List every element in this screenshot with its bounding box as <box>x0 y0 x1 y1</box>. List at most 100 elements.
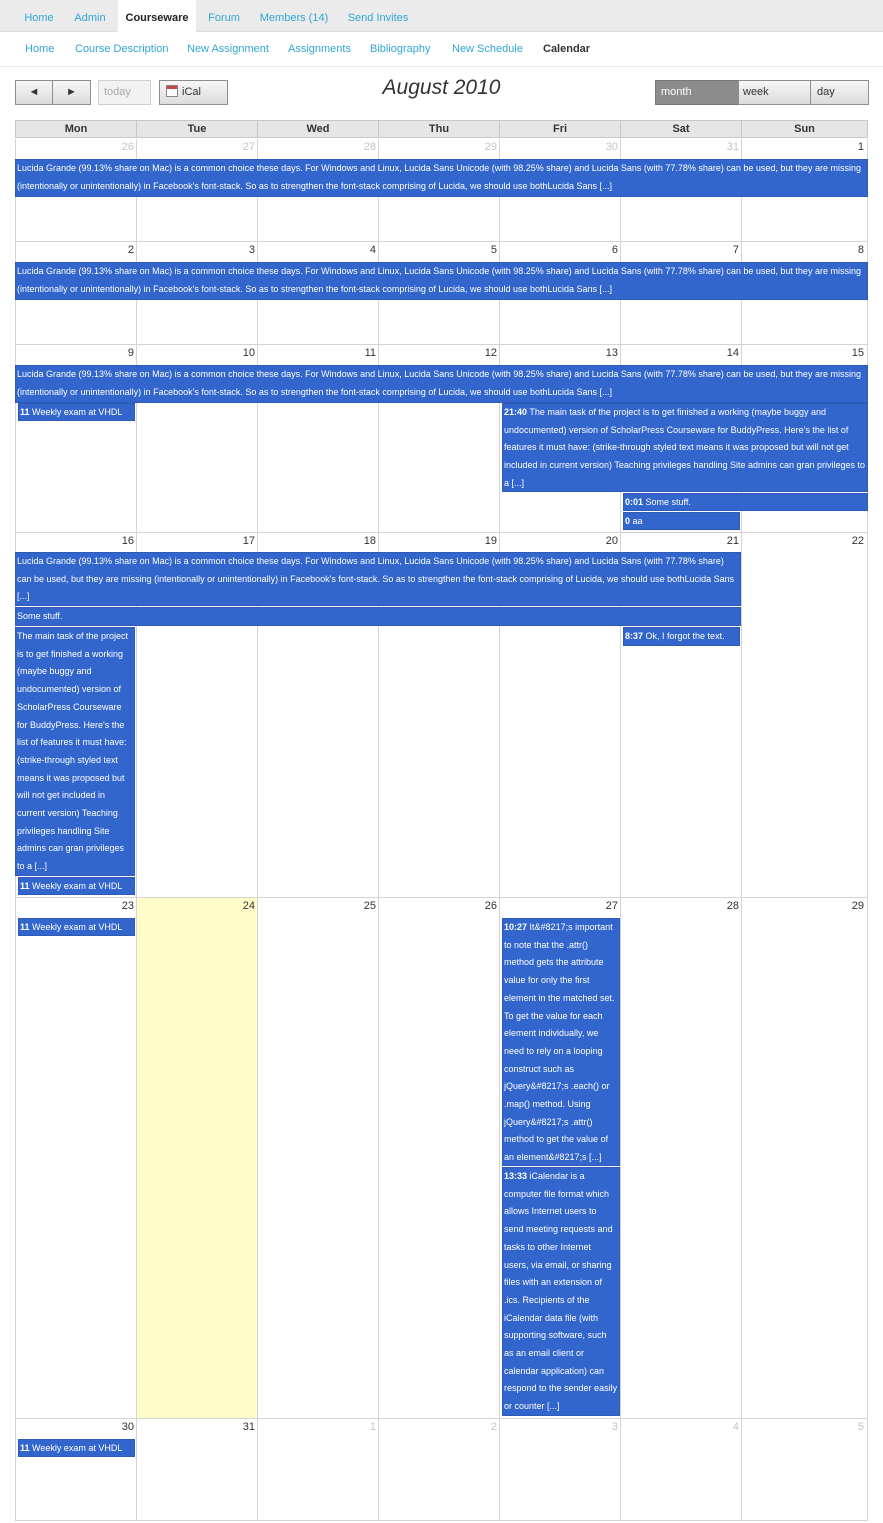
tab-courseware[interactable]: Courseware <box>118 0 196 33</box>
event-lucida[interactable]: Lucida Grande (99.13% share on Mac) is a… <box>15 262 868 300</box>
event-some-stuff[interactable]: Some stuff. <box>15 607 741 626</box>
triangle-left-icon: ◄ <box>28 86 40 98</box>
event-main-task[interactable]: The main task of the project is to get f… <box>15 627 135 876</box>
event-attr-method[interactable]: 10:27 It&#8217;s important to note that … <box>502 918 620 1166</box>
subnav-home[interactable]: Home <box>25 32 54 66</box>
day-number: 7 <box>732 244 739 256</box>
event-lucida[interactable]: Lucida Grande (99.13% share on Mac) is a… <box>15 159 868 197</box>
day-number: 29 <box>851 900 864 912</box>
event-weekly-exam[interactable]: 11 Weekly exam at VHDL <box>18 403 135 421</box>
event-forgot-text[interactable]: 8:37 Ok, I forgot the text. <box>623 627 740 646</box>
event-lucida[interactable]: Lucida Grande (99.13% share on Mac) is a… <box>15 552 741 606</box>
subnav-new-schedule[interactable]: New Schedule <box>452 32 523 66</box>
day-number: 16 <box>121 535 134 547</box>
day-number: 26 <box>484 900 497 912</box>
day-cell[interactable]: 23 <box>15 898 137 1419</box>
weekday-header: Sat <box>620 120 742 138</box>
day-number: 6 <box>611 244 618 256</box>
day-number: 2 <box>127 244 134 256</box>
calendar-icon <box>166 85 178 97</box>
day-number: 27 <box>605 900 618 912</box>
day-number: 3 <box>248 244 255 256</box>
view-month-button[interactable]: month <box>655 80 739 105</box>
day-number: 5 <box>857 1421 864 1433</box>
day-cell[interactable]: 2 <box>378 1419 500 1521</box>
day-cell[interactable]: 25 <box>257 898 379 1419</box>
event-weekly-exam[interactable]: 11 Weekly exam at VHDL <box>18 1439 135 1457</box>
subnav-new-assignment[interactable]: New Assignment <box>187 32 269 66</box>
day-number: 26 <box>121 141 134 153</box>
subnav-course-description[interactable]: Course Description <box>75 32 169 66</box>
weekday-header: Thu <box>378 120 500 138</box>
next-button[interactable]: ► <box>52 80 91 105</box>
day-cell[interactable]: 30 <box>15 1419 137 1521</box>
day-number: 30 <box>121 1421 134 1433</box>
day-number: 27 <box>242 141 255 153</box>
day-number: 30 <box>605 141 618 153</box>
tab-admin[interactable]: Admin <box>68 0 112 32</box>
day-cell[interactable]: 31 <box>136 1419 258 1521</box>
weekday-header: Wed <box>257 120 379 138</box>
tab-send-invites[interactable]: Send Invites <box>343 0 413 32</box>
day-number: 1 <box>857 141 864 153</box>
day-number: 31 <box>726 141 739 153</box>
view-day-button[interactable]: day <box>810 80 869 105</box>
day-number: 21 <box>726 535 739 547</box>
event-lucida[interactable]: Lucida Grande (99.13% share on Mac) is a… <box>15 365 868 403</box>
subnav-bibliography[interactable]: Bibliography <box>370 32 431 66</box>
calendar-week: 26 27 28 29 30 31 1 Lucida Grande (99.13… <box>15 139 868 242</box>
day-number: 15 <box>851 347 864 359</box>
event-icalendar[interactable]: 13:33 iCalendar is a computer file forma… <box>502 1167 620 1416</box>
day-number: 8 <box>857 244 864 256</box>
subnav-assignments[interactable]: Assignments <box>288 32 351 66</box>
day-number: 4 <box>732 1421 739 1433</box>
day-number: 20 <box>605 535 618 547</box>
day-number: 19 <box>484 535 497 547</box>
day-number: 18 <box>363 535 376 547</box>
tab-home[interactable]: Home <box>15 0 63 32</box>
day-cell[interactable]: 1 <box>257 1419 379 1521</box>
day-number: 1 <box>369 1421 376 1433</box>
calendar-week: 30 31 1 2 3 4 5 11 Weekly exam at VHDL <box>15 1419 868 1521</box>
tab-forum[interactable]: Forum <box>203 0 245 32</box>
day-number: 28 <box>726 900 739 912</box>
day-number: 17 <box>242 535 255 547</box>
prev-button[interactable]: ◄ <box>15 80 53 105</box>
day-number: 14 <box>726 347 739 359</box>
month-calendar: Mon Tue Wed Thu Fri Sat Sun 26 27 28 29 … <box>15 120 868 1521</box>
day-cell[interactable]: 4 <box>620 1419 742 1521</box>
ical-label: iCal <box>182 86 201 98</box>
day-number: 2 <box>490 1421 497 1433</box>
day-number: 11 <box>364 347 376 359</box>
sub-navigation: Home Course Description New Assignment A… <box>0 32 883 67</box>
today-button[interactable]: today <box>98 80 151 105</box>
day-cell[interactable]: 5 <box>741 1419 868 1521</box>
event-aa[interactable]: 0 aa <box>623 512 740 530</box>
event-some-stuff[interactable]: 0:01 Some stuff. <box>623 493 868 511</box>
day-number: 24 <box>242 900 255 912</box>
event-weekly-exam[interactable]: 11 Weekly exam at VHDL <box>18 877 135 895</box>
day-cell[interactable]: 22 <box>741 533 868 898</box>
event-weekly-exam[interactable]: 11 Weekly exam at VHDL <box>18 918 135 936</box>
view-week-button[interactable]: week <box>738 80 811 105</box>
day-number: 22 <box>851 535 864 547</box>
day-cell[interactable]: 26 <box>378 898 500 1419</box>
day-cell[interactable]: 29 <box>741 898 868 1419</box>
weekday-header: Mon <box>15 120 137 138</box>
day-number: 25 <box>363 900 376 912</box>
event-main-task[interactable]: 21:40 The main task of the project is to… <box>502 403 868 492</box>
calendar-week: 16 17 18 19 20 21 22 Lucida Grande (99.1… <box>15 533 868 898</box>
day-number: 12 <box>484 347 497 359</box>
ical-button[interactable]: iCal <box>159 80 228 105</box>
day-cell[interactable]: 28 <box>620 898 742 1419</box>
day-cell-today[interactable]: 24 <box>136 898 258 1419</box>
day-number: 5 <box>490 244 497 256</box>
day-cell[interactable]: 3 <box>499 1419 621 1521</box>
day-number: 4 <box>369 244 376 256</box>
triangle-right-icon: ► <box>66 86 77 98</box>
weekday-header: Fri <box>499 120 621 138</box>
day-number: 28 <box>363 141 376 153</box>
tab-members[interactable]: Members (14) <box>255 0 333 32</box>
top-tab-bar: Home Admin Courseware Forum Members (14)… <box>0 0 883 33</box>
subnav-calendar[interactable]: Calendar <box>543 32 590 66</box>
